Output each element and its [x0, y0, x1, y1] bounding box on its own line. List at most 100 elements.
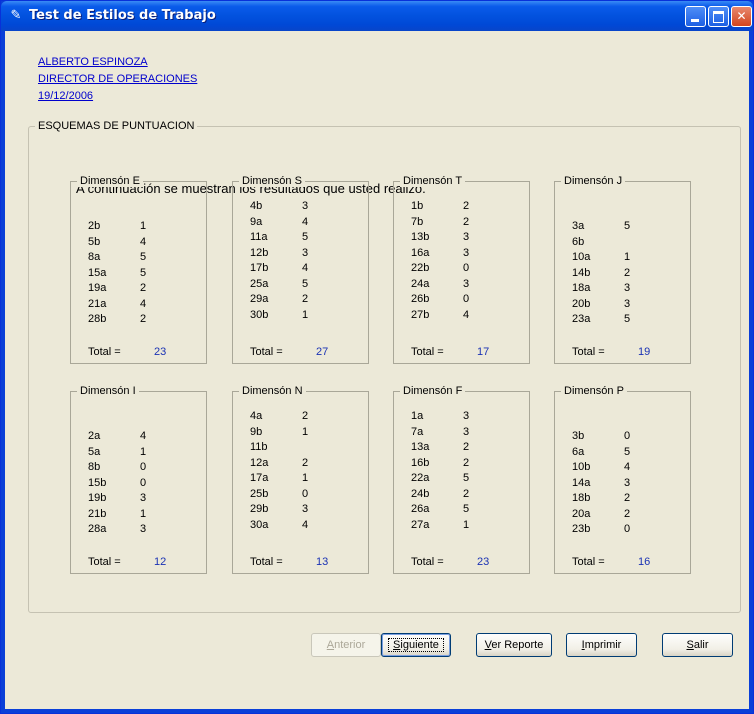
close-button[interactable]: ✕ [731, 6, 752, 27]
total-label: Total = [411, 346, 444, 358]
score-row: 25a 5 [250, 278, 350, 291]
client-area: ALBERTO ESPINOZA DIRECTOR DE OPERACIONES… [5, 31, 749, 709]
maximize-icon [713, 11, 724, 23]
item-code: 4a [250, 410, 263, 422]
item-code: 18a [572, 282, 591, 294]
score-row: 9a 4 [250, 216, 350, 229]
item-score: 2 [463, 487, 470, 500]
ver-reporte-button[interactable]: Ver Reporte [476, 633, 552, 657]
item-code: 16a [411, 246, 430, 259]
item-code: 25b [250, 487, 269, 500]
salir-mnemonic: S [686, 639, 694, 651]
score-row: 17b 4 [250, 262, 350, 275]
score-row: 13b 3 [411, 231, 511, 244]
anterior-button[interactable]: Anterior [311, 633, 381, 657]
item-score: 4 [463, 308, 470, 321]
total-row: Total = 17 [411, 346, 489, 358]
item-score: 4 [140, 297, 147, 310]
score-row: 18a 3 [572, 282, 672, 295]
item-score: 5 [140, 251, 147, 263]
score-row: 12a 2 [250, 457, 350, 470]
app-window: ✎ Test de Estilos de Trabajo ✕ ALBERTO E… [0, 0, 754, 714]
anterior-mnemonic: A [326, 639, 335, 651]
item-code: 12a [250, 456, 269, 469]
item-score: 0 [302, 487, 309, 500]
score-row: 1a 3 [411, 410, 511, 423]
item-score: 5 [463, 503, 470, 515]
item-score: 1 [140, 220, 147, 232]
total-row: Total = 13 [250, 556, 328, 568]
siguiente-button[interactable]: Siguiente [381, 633, 451, 657]
score-row: 4b 3 [250, 200, 350, 213]
item-score: 0 [463, 293, 470, 305]
item-score: 5 [302, 231, 309, 243]
salir-button[interactable]: Salir [662, 633, 733, 657]
score-row: 2b 1 [88, 220, 188, 233]
score-row: 7a 3 [411, 426, 511, 439]
pen-icon[interactable]: ✎ [9, 9, 23, 23]
window-title: Test de Estilos de Trabajo [29, 8, 216, 23]
item-code: 2a [88, 430, 101, 442]
total-label: Total = [88, 556, 121, 568]
dimension-box: Dimensón I 2a 4 5a 1 8b 0 15b 0 19b 3 21b 1 28a 3 Total… [70, 385, 207, 574]
score-row: 19a 2 [88, 282, 188, 295]
item-score: 3 [624, 476, 631, 489]
score-row: 27a 1 [411, 519, 511, 532]
item-code: 8a [88, 251, 101, 263]
item-score: 2 [140, 313, 147, 325]
total-value: 17 [477, 346, 490, 358]
total-label: Total = [88, 346, 121, 358]
score-row: 14a 3 [572, 477, 672, 490]
total-value: 27 [316, 346, 329, 358]
item-code: 12b [250, 246, 269, 259]
maximize-button[interactable] [708, 6, 729, 27]
total-label: Total = [572, 346, 605, 358]
dimension-box: Dimensón J 3a 5 6b 10a 1 14b 2 18a 3 20b 3 23a 5 Total… [554, 175, 691, 364]
item-score: 0 [463, 262, 470, 274]
score-row: 5a 1 [88, 446, 188, 459]
score-row: 5b 4 [88, 236, 188, 249]
item-code: 1a [411, 410, 424, 422]
score-row: 7b 2 [411, 216, 511, 229]
item-code: 15b [88, 476, 107, 489]
item-code: 5b [88, 235, 101, 248]
item-score: 4 [302, 262, 309, 274]
score-row: 20b 3 [572, 298, 672, 311]
item-code: 27a [411, 518, 430, 531]
item-code: 6b [572, 235, 585, 248]
score-row: 30a 4 [250, 519, 350, 532]
item-score: 3 [624, 297, 631, 310]
score-row: 27b 4 [411, 309, 511, 322]
anterior-label: nterior [334, 639, 366, 651]
score-row: 14b 2 [572, 267, 672, 280]
user-position-link[interactable]: DIRECTOR DE OPERACIONES [38, 73, 197, 85]
total-label: Total = [250, 556, 283, 568]
item-code: 29a [250, 293, 269, 305]
salir-label: alir [693, 639, 709, 651]
user-name-link[interactable]: ALBERTO ESPINOZA [38, 56, 148, 68]
item-code: 23b [572, 523, 591, 535]
item-code: 7b [411, 215, 424, 228]
score-row: 26b 0 [411, 293, 511, 306]
item-score: 5 [624, 313, 631, 325]
date-link[interactable]: 19/12/2006 [38, 90, 93, 102]
score-row: 6b [572, 236, 672, 249]
item-code: 28a [88, 523, 107, 535]
item-code: 24b [411, 487, 430, 500]
item-score: 1 [140, 445, 147, 458]
item-score: 4 [140, 430, 147, 442]
total-label: Total = [572, 556, 605, 568]
total-row: Total = 19 [572, 346, 650, 358]
item-code: 6a [572, 445, 585, 458]
item-code: 22b [411, 262, 430, 274]
item-score: 0 [140, 461, 147, 473]
item-code: 2b [88, 220, 101, 232]
minimize-button[interactable] [685, 6, 706, 27]
imprimir-button[interactable]: Imprimir [566, 633, 637, 657]
item-score: 3 [302, 246, 309, 259]
item-score: 2 [302, 456, 309, 469]
title-bar[interactable]: ✎ Test de Estilos de Trabajo ✕ [1, 1, 753, 31]
item-code: 29b [250, 503, 269, 515]
item-score: 2 [463, 456, 470, 469]
item-code: 24a [411, 277, 430, 290]
